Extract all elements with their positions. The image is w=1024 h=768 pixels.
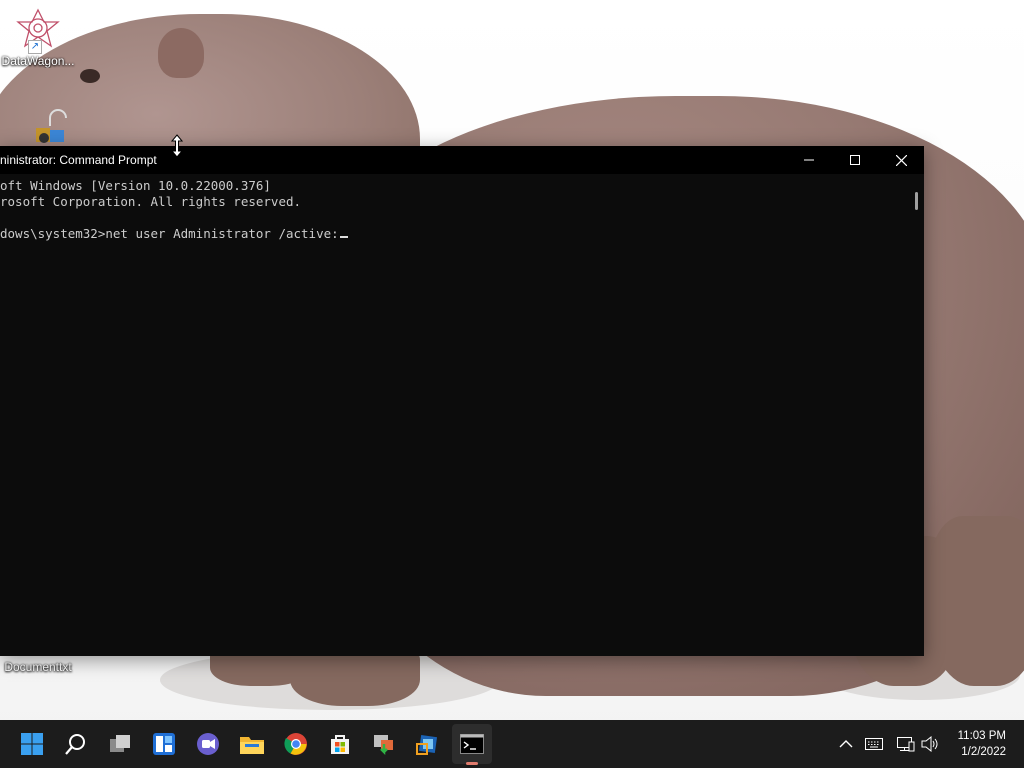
command-prompt-taskbar-button[interactable] (452, 724, 492, 765)
minimize-button[interactable] (786, 146, 832, 174)
task-view-icon (110, 735, 130, 752)
scrollbar-thumb[interactable] (915, 192, 918, 210)
maximize-button[interactable] (832, 146, 878, 174)
window-titlebar[interactable]: ninistrator: Command Prompt (0, 146, 924, 174)
virtualbox-button[interactable] (408, 720, 448, 768)
datawagon-icon: ↗ (14, 6, 62, 54)
desktop-icon-datawagon[interactable]: ↗ DataWagon... (0, 6, 76, 68)
desktop-icon-label: Documenttxt (4, 660, 72, 674)
teams-chat-icon (197, 733, 219, 755)
desktop-icon-label: DataWagon... (1, 54, 75, 68)
minimize-icon (804, 159, 814, 161)
network-icon (897, 737, 915, 752)
console-prompt-line[interactable]: dows\system32>net user Administrator /ac… (0, 226, 924, 242)
close-icon (895, 154, 907, 166)
chevron-up-icon (839, 740, 853, 748)
microsoft-store-button[interactable] (320, 720, 360, 768)
keyboard-button[interactable] (864, 734, 884, 754)
installer-icon (374, 735, 393, 756)
virtualbox-icon (416, 734, 438, 755)
close-button[interactable] (878, 146, 924, 174)
taskbar: 11:03 PM 1/2/2022 (0, 720, 1024, 768)
file-explorer-button[interactable] (232, 720, 272, 768)
clock-time: 11:03 PM (957, 730, 1006, 742)
console-line: oft Windows [Version 10.0.22000.376] (0, 178, 271, 193)
command-prompt-icon (460, 734, 484, 754)
clock-date: 1/2/2022 (961, 746, 1006, 758)
volume-button[interactable] (920, 734, 940, 754)
search-icon (65, 734, 85, 755)
task-view-button[interactable] (100, 720, 140, 768)
store-icon (331, 735, 349, 754)
teams-chat-button[interactable] (188, 720, 228, 768)
keyboard-icon (865, 738, 883, 750)
shortcut-arrow-icon: ↗ (28, 40, 42, 54)
installer-button[interactable] (364, 720, 404, 768)
widgets-button[interactable] (144, 720, 184, 768)
search-button[interactable] (56, 720, 96, 768)
window-title: ninistrator: Command Prompt (0, 153, 157, 167)
unlock-tool-icon (20, 106, 68, 146)
show-hidden-icons-button[interactable] (836, 734, 856, 754)
windows-logo-icon (21, 733, 43, 755)
desktop-icon-unlock-tool[interactable] (6, 106, 82, 146)
console-command: dows\system32>net user Administrator /ac… (0, 226, 339, 241)
folder-icon (240, 737, 264, 754)
chrome-icon (284, 733, 307, 755)
start-button[interactable] (12, 720, 52, 768)
maximize-icon (850, 155, 860, 165)
speaker-icon (921, 736, 938, 752)
resize-vertical-cursor-icon (170, 134, 184, 162)
chrome-button[interactable] (276, 720, 316, 768)
command-prompt-window[interactable]: ninistrator: Command Prompt oft Windows … (0, 146, 924, 656)
clock-button[interactable]: 11:03 PM 1/2/2022 (958, 728, 1006, 760)
text-cursor (339, 236, 348, 238)
widgets-icon (153, 733, 175, 755)
console-output[interactable]: oft Windows [Version 10.0.22000.376] roso… (0, 174, 924, 242)
active-indicator (466, 762, 478, 765)
console-line: rosoft Corporation. All rights reserved. (0, 194, 302, 209)
network-button[interactable] (896, 734, 916, 754)
